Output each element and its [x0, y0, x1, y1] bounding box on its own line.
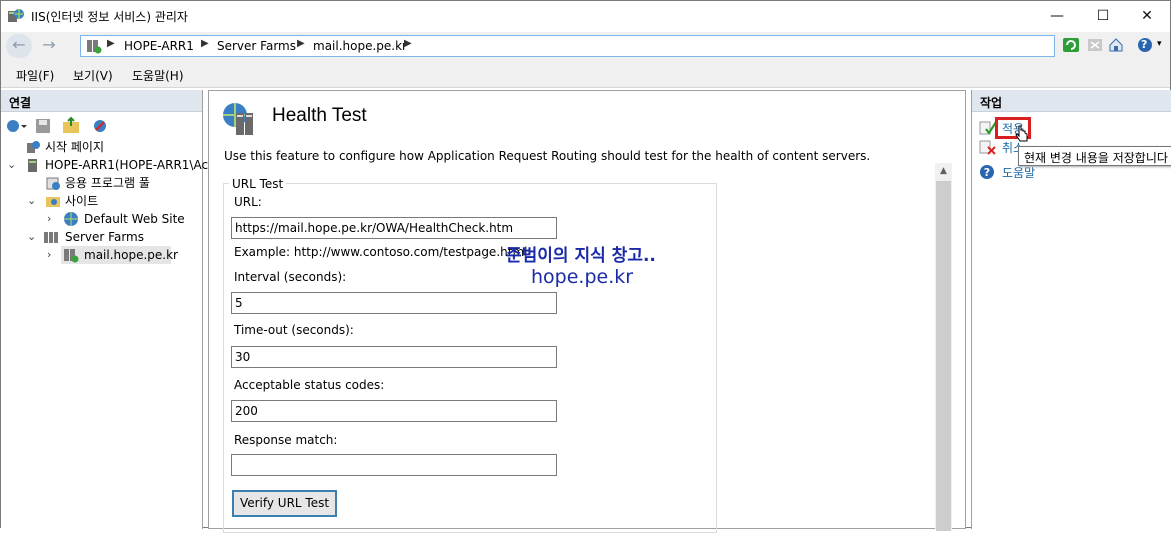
breadcrumb-separator[interactable]: ▶	[201, 38, 209, 49]
page-description: Use this feature to configure how Applic…	[224, 149, 871, 163]
url-input[interactable]	[231, 217, 557, 239]
status-codes-label: Acceptable status codes:	[234, 378, 385, 392]
help-circle-icon: ?	[980, 165, 994, 179]
maximize-button[interactable]: ☐	[1080, 1, 1126, 31]
save-icon[interactable]	[34, 116, 52, 136]
help-label: 도움말	[1002, 166, 1036, 180]
tree-item-server-farms[interactable]: ⌄ Server Farms	[1, 228, 201, 246]
actions-header: 작업	[972, 90, 1171, 112]
tree-item-sites[interactable]: ⌄ 사이트	[1, 192, 201, 210]
tree-item-label: Server Farms	[65, 230, 144, 244]
expand-icon[interactable]: ›	[47, 246, 57, 264]
vertical-scrollbar[interactable]: ▲	[935, 163, 952, 531]
tree-item-label: mail.hope.pe.kr	[84, 248, 178, 262]
breadcrumb-server-farms[interactable]: Server Farms	[217, 39, 296, 53]
globe-icon	[64, 212, 78, 226]
server-farms-icon	[44, 232, 58, 243]
sites-folder-icon	[46, 197, 60, 207]
tree-item-label: 응용 프로그램 풀	[65, 176, 150, 190]
server-farm-icon	[64, 249, 79, 263]
cancel-icon	[979, 140, 996, 155]
watermark-line-1: 준범이의 지식 창고..	[506, 246, 656, 266]
timeout-input[interactable]	[231, 346, 557, 368]
tree-item-label: 사이트	[65, 194, 99, 208]
help-dropdown-icon[interactable]: ▾	[1157, 39, 1162, 49]
navigation-bar: ← → ▶ HOPE-ARR1 ▶ Server Farms ▶ mail.ho…	[1, 32, 1170, 60]
menu-file[interactable]: 파일(F)	[16, 67, 54, 84]
url-test-group-title: URL Test	[229, 177, 287, 191]
disconnect-icon[interactable]	[91, 116, 109, 136]
minimize-button[interactable]: —	[1034, 1, 1080, 31]
breadcrumb-hope-arr1[interactable]: HOPE-ARR1	[124, 39, 194, 53]
breadcrumb-separator[interactable]: ▶	[107, 38, 115, 49]
stop-icon[interactable]	[1087, 37, 1103, 53]
start-page-icon	[27, 141, 40, 153]
response-match-label: Response match:	[234, 433, 338, 447]
window-title: IIS(인터넷 정보 서비스) 관리자	[31, 10, 188, 24]
page-title: Health Test	[272, 105, 367, 126]
forward-button[interactable]: →	[36, 34, 62, 58]
refresh-icon[interactable]	[1063, 37, 1079, 53]
health-test-icon	[223, 103, 253, 135]
expand-icon[interactable]: ›	[47, 210, 57, 228]
scroll-thumb[interactable]	[936, 181, 951, 531]
timeout-label: Time-out (seconds):	[234, 323, 354, 337]
main-content: Health Test Use this feature to configur…	[208, 90, 966, 533]
scroll-up-arrow[interactable]: ▲	[935, 163, 952, 180]
menu-bar: 파일(F) 보기(V) 도움말(H)	[1, 60, 1170, 88]
expand-icon[interactable]: ⌄	[27, 228, 37, 246]
connect-icon[interactable]	[5, 116, 27, 136]
back-button[interactable]: ←	[6, 34, 32, 58]
svg-text:?: ?	[984, 166, 990, 179]
menu-view[interactable]: 보기(V)	[73, 67, 113, 84]
close-button[interactable]: ✕	[1124, 1, 1170, 31]
tree-item-label: 시작 페이지	[45, 140, 105, 154]
expand-icon[interactable]: ⌄	[7, 156, 17, 174]
connections-pane: 연결 시작 페이지 ⌄ HOPE-ARR1(HOPE-ARR1\Ac 응용 프로…	[1, 90, 208, 529]
app-pool-icon	[46, 177, 60, 190]
server-icon	[28, 159, 37, 172]
interval-label: Interval (seconds):	[234, 270, 347, 284]
breadcrumb-mail-hope-pe-kr[interactable]: mail.hope.pe.kr	[313, 39, 407, 53]
tree-item-label: HOPE-ARR1(HOPE-ARR1\Ac	[45, 158, 209, 172]
expand-icon[interactable]: ⌄	[27, 192, 37, 210]
tree-item-mail-hope-pe-kr[interactable]: › mail.hope.pe.kr	[1, 246, 201, 264]
tree-item-default-web-site[interactable]: › Default Web Site	[1, 210, 201, 228]
tree-item-server[interactable]: ⌄ HOPE-ARR1(HOPE-ARR1\Ac	[1, 156, 208, 174]
breadcrumb-separator[interactable]: ▶	[297, 38, 305, 49]
breadcrumb-separator[interactable]: ▶	[404, 38, 412, 49]
verify-url-test-button[interactable]: Verify URL Test	[232, 490, 337, 517]
server-farm-icon	[87, 40, 102, 54]
interval-input[interactable]	[231, 292, 557, 314]
tree-item-start-page[interactable]: 시작 페이지	[1, 138, 201, 156]
response-match-input[interactable]	[231, 454, 557, 476]
address-bar[interactable]: ▶ HOPE-ARR1 ▶ Server Farms ▶ mail.hope.p…	[80, 35, 1055, 57]
iis-manager-window: IIS(인터넷 정보 서비스) 관리자 — ☐ ✕ ← → ▶ HOPE-ARR…	[0, 0, 1171, 533]
hand-cursor-icon	[1015, 125, 1028, 142]
watermark-line-2: hope.pe.kr	[531, 266, 634, 288]
up-folder-icon[interactable]	[62, 116, 80, 136]
title-bar: IIS(인터넷 정보 서비스) 관리자 — ☐ ✕	[1, 1, 1170, 31]
menu-help[interactable]: 도움말(H)	[132, 67, 184, 84]
iis-app-icon	[8, 9, 24, 22]
tree-item-label: Default Web Site	[84, 212, 185, 226]
status-codes-input[interactable]	[231, 400, 557, 422]
url-example: Example: http://www.contoso.com/testpage…	[234, 245, 528, 259]
connections-header: 연결	[1, 90, 202, 112]
tree-item-app-pools[interactable]: 응용 프로그램 풀	[1, 174, 201, 192]
url-label: URL:	[234, 195, 262, 209]
home-icon[interactable]	[1108, 37, 1124, 53]
apply-tooltip: 현재 변경 내용을 저장합니다	[1018, 146, 1171, 166]
help-glyph: ?	[1141, 38, 1148, 51]
